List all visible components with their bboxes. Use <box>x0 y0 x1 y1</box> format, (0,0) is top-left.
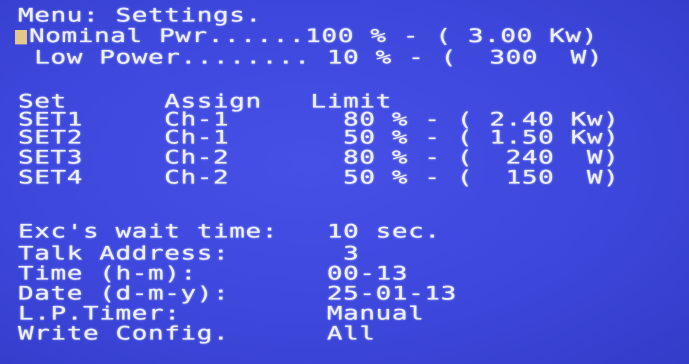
menu-title: Menu: Settings. <box>18 4 262 27</box>
lcd-screen: Menu: Settings. Nominal Pwr......100 % -… <box>0 0 689 364</box>
write-config-row[interactable]: Write Config. All <box>18 324 376 343</box>
lp-timer-row[interactable]: L.P.Timer: Manual <box>18 304 424 323</box>
set-row-2[interactable]: SET2 Ch-1 50 % - ( 1.50 Kw) <box>18 128 619 147</box>
time-row[interactable]: Time (h-m): 00-13 <box>18 264 408 283</box>
set-row-3[interactable]: SET3 Ch-2 80 % - ( 240 W) <box>18 148 619 167</box>
talk-address-row[interactable]: Talk Address: 3 <box>18 244 359 263</box>
selection-cursor <box>15 30 27 45</box>
set-row-1[interactable]: SET1 Ch-1 80 % - ( 2.40 Kw) <box>18 110 619 129</box>
nominal-power-row[interactable]: Nominal Pwr......100 % - ( 3.00 Kw) <box>15 27 598 46</box>
low-power-row[interactable]: Low Power........ 10 % - ( 300 W) <box>18 48 603 67</box>
exc-wait-time-row[interactable]: Exc's wait time: 10 sec. <box>18 222 441 241</box>
date-row[interactable]: Date (d-m-y): 25-01-13 <box>18 284 457 303</box>
sets-header: Set Assign Limit <box>18 90 392 113</box>
set-row-4[interactable]: SET4 Ch-2 50 % - ( 150 W) <box>18 168 619 187</box>
nominal-power-text: Nominal Pwr......100 % - ( 3.00 Kw) <box>29 25 598 48</box>
